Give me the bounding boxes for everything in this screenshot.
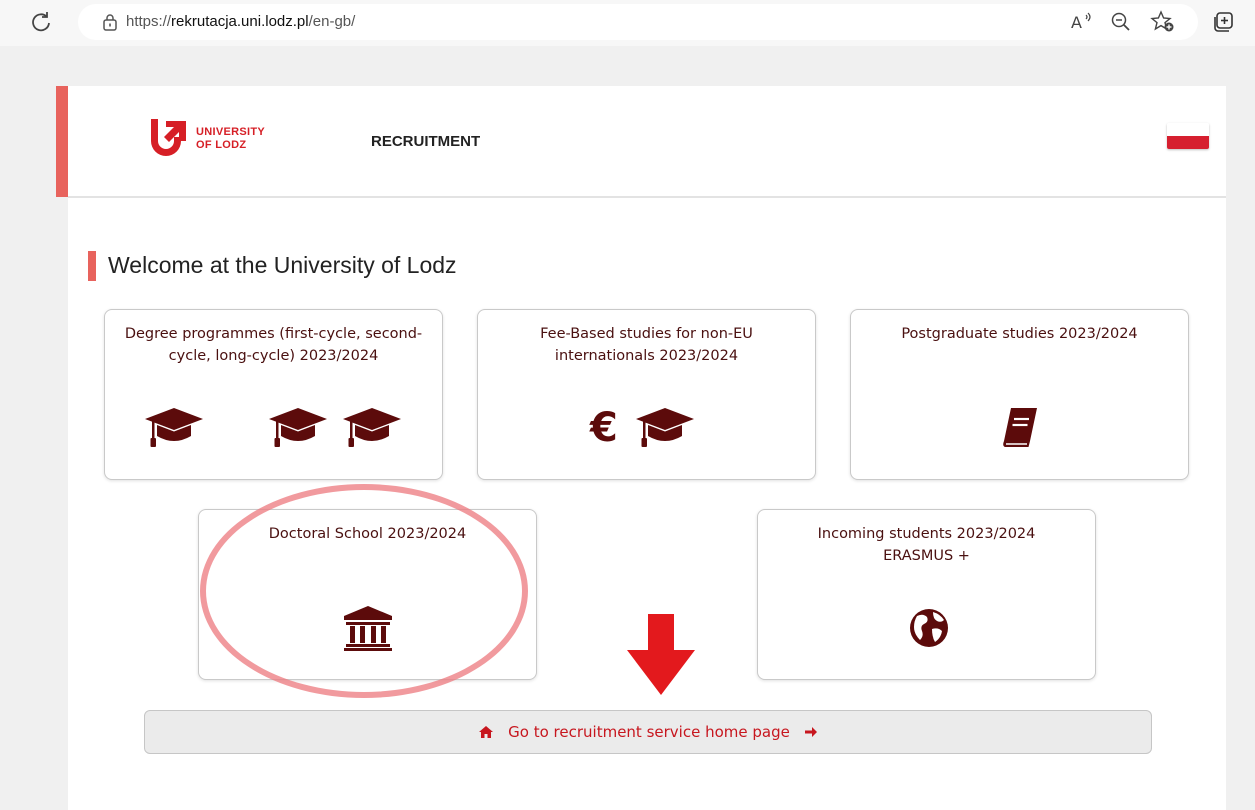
euro-icon: € bbox=[589, 405, 618, 449]
collections-icon[interactable] bbox=[1212, 10, 1236, 34]
nav-recruitment[interactable]: RECRUITMENT bbox=[371, 133, 480, 150]
url-text: https://rekrutacja.uni.lodz.pl/en-gb/ bbox=[126, 13, 356, 30]
down-arrow-annotation-icon bbox=[627, 614, 695, 695]
card-postgraduate-studies[interactable]: Postgraduate studies 2023/2024 bbox=[850, 309, 1189, 480]
lock-icon[interactable] bbox=[102, 13, 118, 31]
card-doctoral-school[interactable]: Doctoral School 2023/2024 bbox=[198, 509, 537, 680]
card-icons bbox=[851, 401, 1188, 451]
heading-accent-bar bbox=[88, 251, 96, 281]
card-fee-based-studies[interactable]: Fee-Based studies for non-EU internation… bbox=[477, 309, 816, 480]
arrow-right-icon bbox=[805, 727, 818, 737]
university-logo-text: UNIVERSITY OF LODZ bbox=[196, 126, 266, 151]
card-incoming-students[interactable]: Incoming students 2023/2024 ERASMUS + bbox=[757, 509, 1096, 680]
card-icons bbox=[758, 601, 1095, 651]
browser-toolbar: https://rekrutacja.uni.lodz.pl/en-gb/ A bbox=[0, 0, 1255, 46]
graduation-cap-icon bbox=[145, 408, 203, 447]
university-logo[interactable]: UNIVERSITY OF LODZ bbox=[148, 117, 298, 163]
svg-text:A: A bbox=[1071, 13, 1082, 32]
go-to-home-page-link[interactable]: Go to recruitment service home page bbox=[144, 710, 1152, 754]
university-logo-mark-icon bbox=[151, 119, 186, 156]
page-title: Welcome at the University of Lodz bbox=[108, 252, 457, 278]
card-title: Incoming students 2023/2024 ERASMUS + bbox=[817, 526, 1036, 564]
graduation-cap-icon bbox=[269, 408, 327, 447]
svg-text:€: € bbox=[589, 405, 618, 449]
card-icons bbox=[105, 401, 442, 451]
card-title: Fee-Based studies for non-EU internation… bbox=[540, 326, 753, 364]
card-icons: € bbox=[478, 401, 815, 451]
university-building-icon bbox=[344, 606, 392, 651]
header-accent-bar bbox=[56, 86, 68, 197]
card-icons bbox=[199, 601, 536, 651]
add-favorite-icon[interactable] bbox=[1150, 10, 1176, 34]
reload-icon[interactable] bbox=[28, 9, 54, 35]
book-icon bbox=[1003, 408, 1037, 447]
card-title: Doctoral School 2023/2024 bbox=[268, 526, 467, 542]
home-link-label: Go to recruitment service home page bbox=[508, 723, 790, 741]
site-header: UNIVERSITY OF LODZ RECRUITMENT bbox=[56, 86, 1226, 198]
zoom-out-icon[interactable] bbox=[1110, 11, 1132, 33]
card-degree-programmes[interactable]: Degree programmes (first-cycle, second-c… bbox=[104, 309, 443, 480]
read-aloud-icon[interactable]: A bbox=[1070, 10, 1096, 34]
globe-icon bbox=[910, 609, 948, 647]
home-icon bbox=[478, 726, 493, 738]
page-content: UNIVERSITY OF LODZ RECRUITMENT Welcome a… bbox=[56, 86, 1226, 810]
graduation-cap-icon bbox=[343, 408, 401, 447]
address-bar[interactable]: https://rekrutacja.uni.lodz.pl/en-gb/ A bbox=[78, 4, 1198, 40]
card-title: Postgraduate studies 2023/2024 bbox=[901, 326, 1138, 342]
polish-flag-icon[interactable] bbox=[1167, 123, 1209, 149]
card-title: Degree programmes (first-cycle, second-c… bbox=[124, 326, 423, 364]
graduation-cap-icon bbox=[636, 408, 694, 447]
